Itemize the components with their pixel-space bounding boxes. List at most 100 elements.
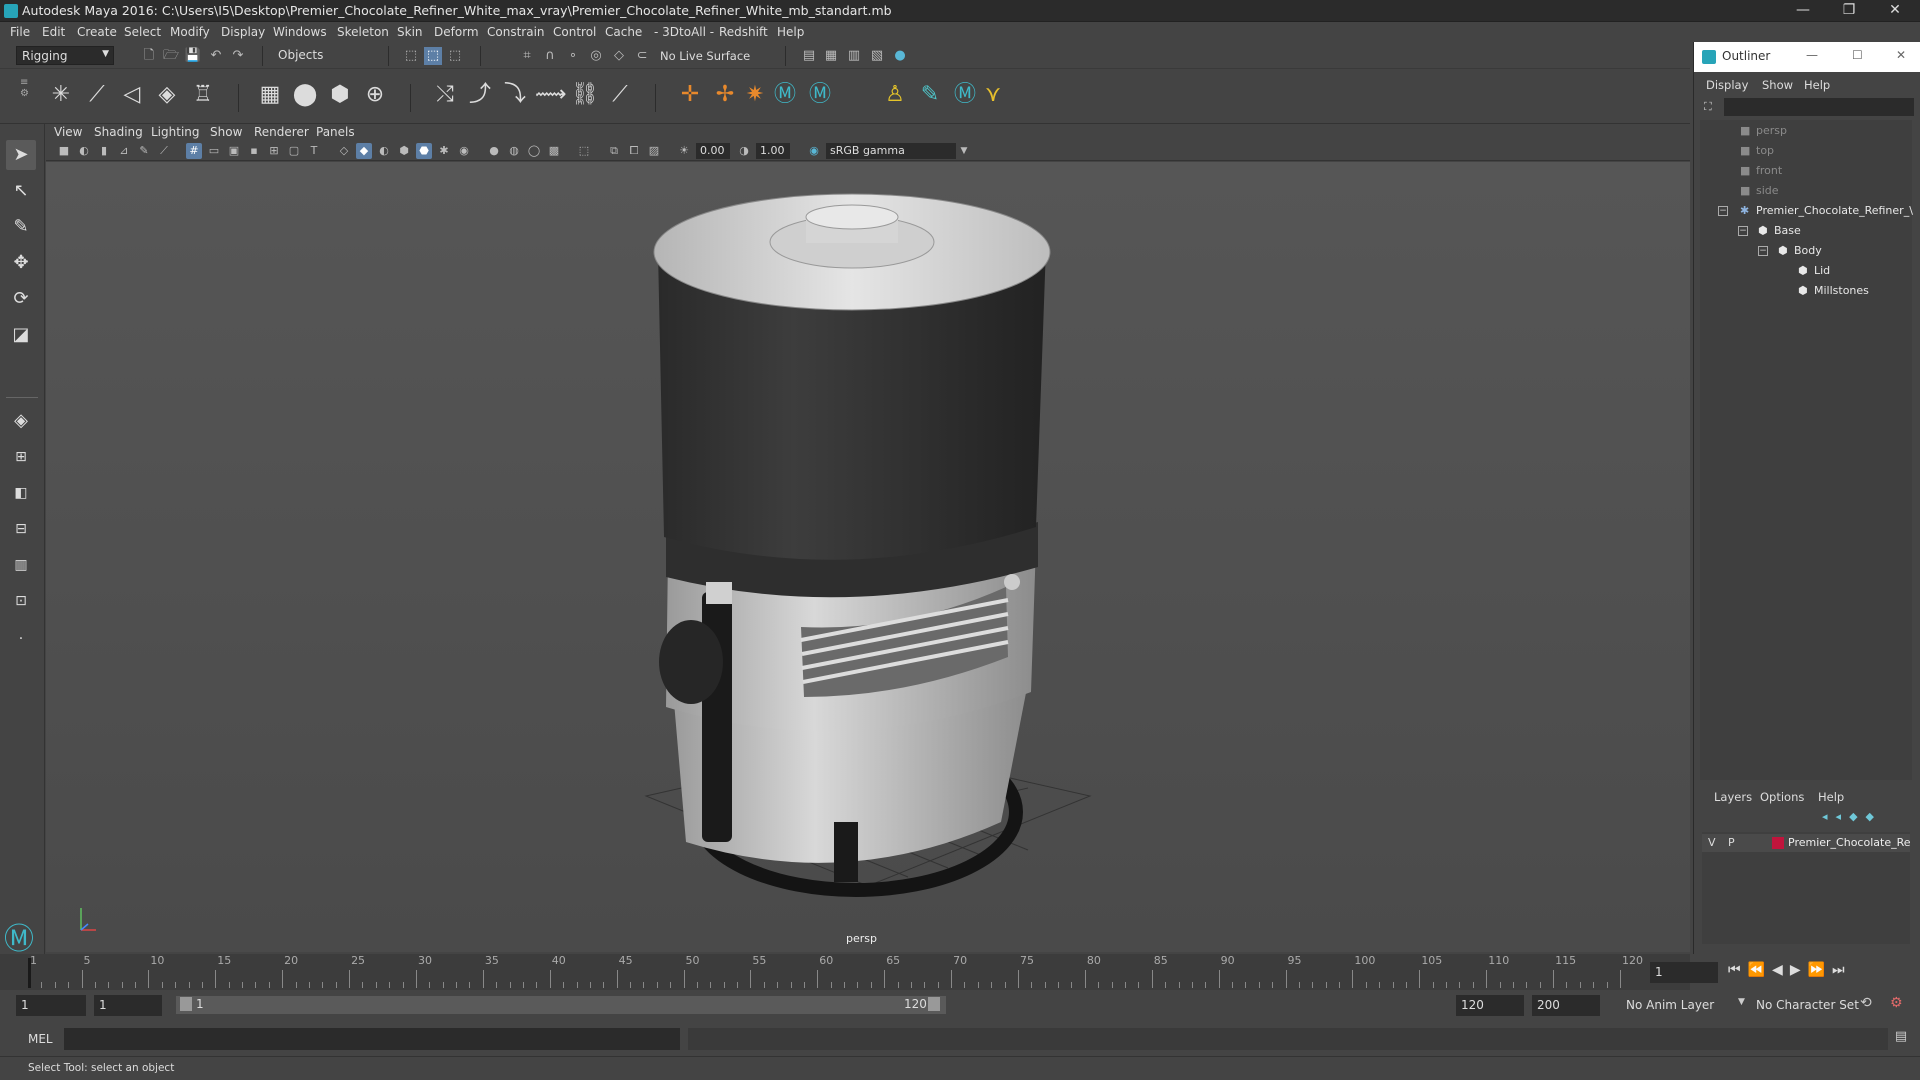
playback-start-field[interactable]: 1 (94, 995, 162, 1016)
layers-menu-options[interactable]: Options (1760, 790, 1804, 804)
render-settings-icon[interactable]: ▤ (800, 47, 818, 65)
outliner-search-input[interactable] (1724, 98, 1914, 116)
layer-visibility-toggle[interactable]: V (1708, 836, 1716, 849)
open-scene-icon[interactable]: 🗁 (162, 47, 180, 65)
gamma-field[interactable]: 1.00 (756, 143, 790, 159)
viewport-menu-view[interactable]: View (54, 125, 82, 139)
soft-mod-icon[interactable]: ⊕ (360, 80, 390, 110)
select-tool-icon[interactable]: ➤ (6, 140, 36, 170)
chevron-down-icon[interactable]: ▼ (956, 143, 972, 159)
grid-toggle-icon[interactable]: # (186, 143, 202, 159)
smooth-bind-icon[interactable]: ⤴ (465, 80, 495, 110)
orient-constraint-icon[interactable]: ✷ (740, 80, 770, 110)
select-hierarchy-icon[interactable]: ⬚ (402, 47, 420, 65)
xray-joints-icon[interactable]: ⧉ (606, 143, 622, 159)
perspective-viewport[interactable]: persp (46, 162, 1690, 952)
collapse-icon[interactable]: · (6, 624, 36, 654)
four-view-layout-icon[interactable]: ⊞ (6, 442, 36, 472)
image-plane-icon[interactable]: ⊿ (116, 143, 132, 159)
snap-grid-icon[interactable]: ⌗ (518, 47, 536, 65)
snap-point-icon[interactable]: ∘ (564, 47, 582, 65)
hypershade-layout-icon[interactable]: ▥ (6, 550, 36, 580)
paint-weights-icon[interactable]: ⤵ (500, 80, 530, 110)
layer-playback-toggle[interactable]: P (1728, 836, 1735, 849)
restore-button[interactable]: ❐ (1826, 0, 1872, 22)
camera-select-icon[interactable]: ■ (56, 143, 72, 159)
menu-edit[interactable]: Edit (42, 25, 65, 39)
color-space-dropdown[interactable]: sRGB gamma (826, 143, 956, 159)
snap-view-icon[interactable]: ◎ (587, 47, 605, 65)
skin-tool-icon[interactable]: ✎ (915, 80, 945, 110)
magnet-icon[interactable]: ⊂ (633, 47, 651, 65)
anti-aliasing-icon[interactable]: ◍ (506, 143, 522, 159)
viewport-menu-shading[interactable]: Shading (94, 125, 143, 139)
menu-constrain[interactable]: Constrain (487, 25, 545, 39)
xray-components-icon[interactable]: ⧠ (626, 143, 642, 159)
bookmark-icon[interactable]: ▮ (96, 143, 112, 159)
current-frame-field[interactable]: 1 (1650, 962, 1718, 983)
exposure-icon[interactable]: ☀ (676, 143, 692, 159)
lasso-tool-icon[interactable]: ↖ (6, 176, 36, 206)
resolution-gate-icon[interactable]: ▣ (226, 143, 242, 159)
outliner-item-base[interactable]: − ⬢ Base (1700, 221, 1910, 241)
animation-start-field[interactable]: 1 (16, 995, 86, 1016)
quick-rig-icon[interactable]: ♙ (880, 80, 910, 110)
two-d-pan-icon[interactable]: ⟋ (156, 143, 172, 159)
viewport-menu-show[interactable]: Show (210, 125, 242, 139)
animation-end-field[interactable]: 200 (1532, 995, 1600, 1016)
viewport-menu-renderer[interactable]: Renderer (254, 125, 309, 139)
outliner-close-button[interactable]: ✕ (1896, 48, 1906, 62)
rotate-tool-icon[interactable]: ⟳ (6, 284, 36, 314)
motion-blur-icon[interactable]: ● (486, 143, 502, 159)
scale-tool-icon[interactable]: ◪ (6, 320, 36, 350)
go-to-end-icon[interactable]: ⏭ (1832, 962, 1852, 978)
depth-of-field-icon[interactable]: ◯ (526, 143, 542, 159)
use-all-lights-icon[interactable]: ⬣ (416, 143, 432, 159)
range-slider[interactable]: 1 120 (176, 996, 946, 1014)
layer-row[interactable]: V P Premier_Chocolate_Re (1702, 834, 1911, 852)
detach-skin-icon[interactable]: ⟿ (535, 80, 567, 110)
viewport-menu-lighting[interactable]: Lighting (151, 125, 200, 139)
aim-constraint-icon[interactable]: ✢ (710, 80, 740, 110)
save-scene-icon[interactable]: 💾 (184, 47, 202, 65)
ik-spline-icon[interactable]: ◈ (152, 80, 182, 110)
move-tool-icon[interactable]: ✥ (6, 248, 36, 278)
ipr-render-icon[interactable]: ▥ (845, 47, 863, 65)
outliner-filter-icon[interactable]: ⛶ (1704, 100, 1718, 114)
joint-tool-icon[interactable]: ✳ (46, 80, 76, 110)
play-backward-icon[interactable]: ◀ (1772, 962, 1790, 978)
new-scene-icon[interactable]: 🗋 (140, 47, 158, 65)
exposure-field[interactable]: 0.00 (696, 143, 730, 159)
undo-icon[interactable]: ↶ (207, 47, 225, 65)
maya-home-icon[interactable]: Ⓜ (4, 914, 34, 958)
move-layer-up-icon[interactable]: ◂ (1822, 810, 1836, 823)
range-start-handle[interactable] (180, 997, 192, 1011)
viewport-menu-panels[interactable]: Panels (316, 125, 355, 139)
persp-outliner-layout-icon[interactable]: ◧ (6, 478, 36, 508)
smooth-shade-icon[interactable]: ◆ (356, 143, 372, 159)
wrap-icon[interactable]: ⬢ (325, 80, 355, 110)
outliner-menu-display[interactable]: Display (1706, 78, 1748, 92)
gamma-icon[interactable]: ◑ (736, 143, 752, 159)
default-material-icon[interactable]: ◐ (376, 143, 392, 159)
menu-skeleton[interactable]: Skeleton (337, 25, 389, 39)
wireframe-icon[interactable]: ◇ (336, 143, 352, 159)
menu-set-dropdown[interactable]: Rigging ▼ (16, 46, 114, 65)
xray-icon[interactable]: ⬚ (576, 143, 592, 159)
grease-pencil-icon[interactable]: ✎ (136, 143, 152, 159)
bind-skin-icon[interactable]: ⤭ (430, 80, 460, 110)
snap-surface-icon[interactable]: ◇ (610, 47, 628, 65)
isolate-select-icon[interactable]: ▩ (546, 143, 562, 159)
range-end-handle[interactable] (928, 997, 940, 1011)
persp-graph-layout-icon[interactable]: ⊟ (6, 514, 36, 544)
play-forward-icon[interactable]: ▶ (1790, 962, 1808, 978)
playback-end-field[interactable]: 120 (1456, 995, 1524, 1016)
outliner-persp-layout-icon[interactable]: ⊡ (6, 586, 36, 616)
insert-joint-icon[interactable]: ⟋ (82, 80, 112, 110)
menu-skin[interactable]: Skin (397, 25, 423, 39)
menu-cache[interactable]: Cache (605, 25, 642, 39)
mudbox-icon[interactable]: Ⓜ (950, 80, 980, 110)
outliner-item-top[interactable]: ■ top (1700, 141, 1910, 161)
color-management-icon[interactable]: ◉ (806, 143, 822, 159)
menu-control[interactable]: Control (553, 25, 596, 39)
